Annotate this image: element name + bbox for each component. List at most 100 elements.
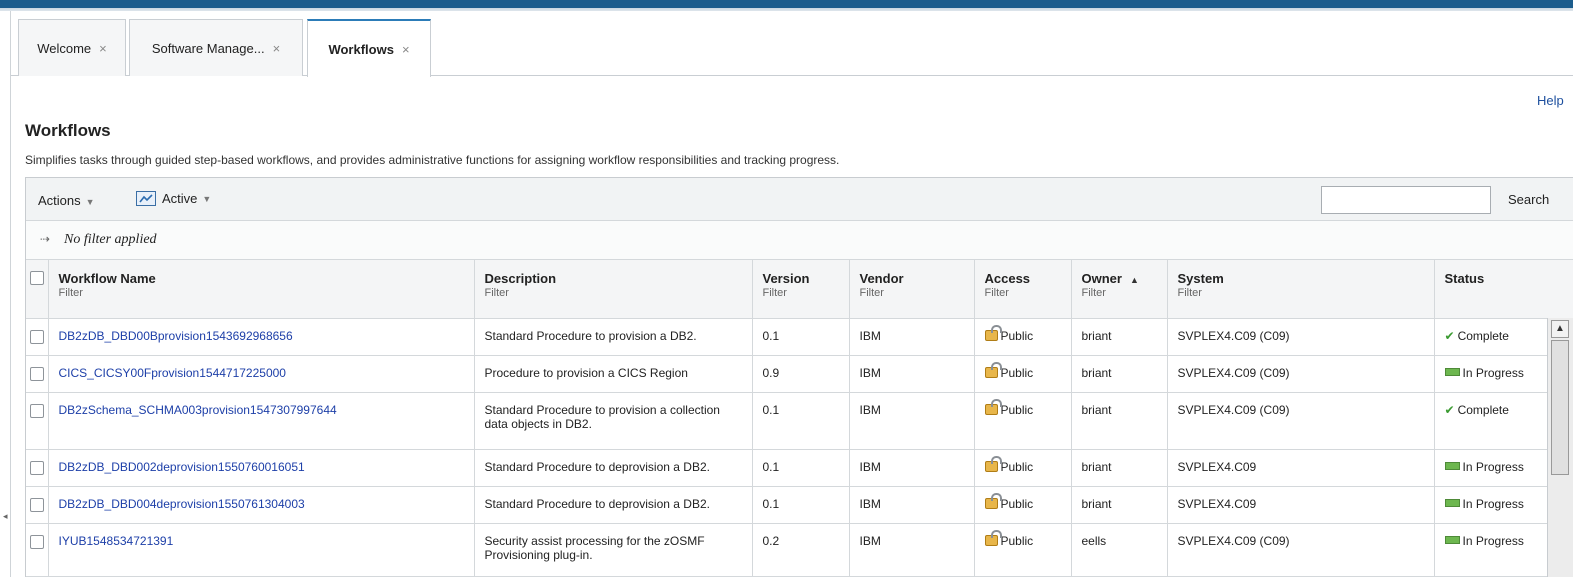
- access-cell: Public: [974, 523, 1072, 577]
- row-select-cell: [26, 318, 49, 356]
- scroll-thumb[interactable]: [1551, 340, 1569, 475]
- actions-menu-button[interactable]: Actions ▼: [38, 193, 95, 208]
- access-value: Public: [1000, 402, 1034, 417]
- progress-icon: [1444, 498, 1460, 507]
- view-label: Active: [162, 191, 198, 206]
- column-header-status[interactable]: Status: [1434, 260, 1573, 319]
- status-badge: Complete: [1457, 328, 1509, 343]
- version-cell: 0.1: [752, 449, 850, 487]
- tab-workflows[interactable]: Workflows ×: [307, 19, 431, 77]
- select-all-checkbox[interactable]: [30, 271, 44, 285]
- workflow-name-link[interactable]: CICS_CICSY00Fprovision1544717225000: [59, 366, 286, 380]
- close-icon[interactable]: ×: [402, 42, 410, 57]
- workflow-name-link[interactable]: DB2zDB_DBD004deprovision1550761304003: [59, 497, 305, 511]
- workflow-name-link[interactable]: DB2zDB_DBD002deprovision1550760016051: [59, 460, 305, 474]
- column-header-workflow-name[interactable]: Workflow Name Filter: [48, 260, 475, 319]
- status-badge: In Progress: [1462, 496, 1524, 511]
- close-icon[interactable]: ×: [273, 41, 281, 56]
- unlock-icon: [984, 455, 1002, 472]
- description-cell: Standard Procedure to provision a collec…: [474, 392, 753, 450]
- table-row[interactable]: DB2zDB_DBD00Bprovision1543692968656 Stand…: [26, 318, 1573, 356]
- grid-toolbar: Actions ▼ Active ▼ Search: [26, 178, 1573, 221]
- workflow-name-link[interactable]: DB2zDB_DBD00Bprovision1543692968656: [59, 329, 293, 343]
- workflow-name-link[interactable]: DB2zSchema_SCHMA003provision154730799764…: [59, 403, 337, 417]
- side-collapse-gutter[interactable]: ◂: [0, 11, 11, 577]
- actions-label: Actions: [38, 193, 81, 208]
- version-cell: 0.1: [752, 392, 850, 450]
- row-checkbox[interactable]: [30, 460, 44, 475]
- workflow-name-cell: CICS_CICSY00Fprovision1544717225000: [48, 355, 475, 393]
- checkmark-icon: ✔: [1444, 328, 1455, 343]
- row-select-cell: [26, 355, 49, 393]
- vendor-cell: IBM: [849, 449, 975, 487]
- vendor-cell: IBM: [849, 318, 975, 356]
- status-badge: In Progress: [1462, 459, 1524, 474]
- column-header-vendor[interactable]: Vendor Filter: [849, 260, 975, 319]
- scroll-up-icon[interactable]: ▲: [1551, 320, 1569, 338]
- table-row[interactable]: CICS_CICSY00Fprovision1544717225000 Proce…: [26, 355, 1573, 393]
- column-filter-link[interactable]: Filter: [860, 287, 966, 299]
- vendor-cell: IBM: [849, 486, 975, 524]
- access-value: Public: [1000, 459, 1034, 474]
- status-badge: In Progress: [1462, 365, 1524, 380]
- table-row[interactable]: IYUB1548534721391 Security assist process…: [26, 523, 1573, 577]
- unlock-icon: [984, 361, 1002, 378]
- column-header-version[interactable]: Version Filter: [752, 260, 850, 319]
- access-cell: Public: [974, 318, 1072, 356]
- tab-label: Software Manage...: [151, 40, 265, 56]
- column-header-owner[interactable]: Owner ▲ Filter: [1071, 260, 1168, 319]
- status-badge: Complete: [1457, 402, 1509, 417]
- column-label: Status: [1444, 271, 1485, 286]
- workflows-grid: Actions ▼ Active ▼ Search ⇢ No filter appl…: [25, 177, 1573, 577]
- column-header-description[interactable]: Description Filter: [474, 260, 753, 319]
- column-filter-link[interactable]: Filter: [485, 287, 744, 299]
- row-checkbox[interactable]: [30, 329, 44, 344]
- collapse-arrow-icon[interactable]: ◂: [3, 511, 8, 522]
- search-input[interactable]: [1321, 186, 1491, 214]
- row-checkbox[interactable]: [30, 497, 44, 512]
- row-checkbox[interactable]: [30, 403, 44, 418]
- owner-cell: briant: [1071, 449, 1168, 487]
- tab-welcome[interactable]: Welcome ×: [18, 19, 126, 76]
- row-select-cell: [26, 449, 49, 487]
- workflows-table: Workflow Name Filter Description Filter Ve…: [26, 260, 1573, 577]
- access-cell: Public: [974, 449, 1072, 487]
- row-checkbox[interactable]: [30, 366, 44, 381]
- close-icon[interactable]: ×: [99, 41, 107, 56]
- column-header-access[interactable]: Access Filter: [974, 260, 1072, 319]
- table-row[interactable]: DB2zDB_DBD002deprovision1550760016051 Sta…: [26, 449, 1573, 487]
- column-filter-link[interactable]: Filter: [985, 287, 1063, 299]
- access-cell: Public: [974, 486, 1072, 524]
- filter-icon[interactable]: ⇢: [40, 232, 50, 246]
- column-label: Description: [484, 271, 557, 286]
- filter-status: No filter applied: [64, 232, 157, 247]
- vendor-cell: IBM: [849, 523, 975, 577]
- table-row[interactable]: DB2zSchema_SCHMA003provision154730799764…: [26, 392, 1573, 450]
- system-cell: SVPLEX4.C09 (C09): [1167, 523, 1435, 577]
- column-filter-link[interactable]: Filter: [1178, 287, 1426, 299]
- tab-bar: Welcome × Software Manage... × Workflows…: [11, 11, 1573, 77]
- column-label: Workflow Name: [58, 271, 156, 286]
- description-cell: Security assist processing for the zOSMF…: [474, 523, 753, 577]
- column-filter-link[interactable]: Filter: [1082, 287, 1159, 299]
- system-cell: SVPLEX4.C09 (C09): [1167, 318, 1435, 356]
- workflow-name-link[interactable]: IYUB1548534721391: [59, 534, 174, 548]
- chevron-down-icon: ▼: [85, 197, 95, 207]
- workflow-name-cell: DB2zSchema_SCHMA003provision154730799764…: [48, 392, 475, 450]
- column-filter-link[interactable]: Filter: [763, 287, 841, 299]
- tab-label: Workflows: [328, 41, 394, 57]
- help-link[interactable]: Help: [1537, 93, 1564, 108]
- system-cell: SVPLEX4.C09 (C09): [1167, 392, 1435, 450]
- row-checkbox[interactable]: [30, 534, 44, 549]
- table-row[interactable]: DB2zDB_DBD004deprovision1550761304003 Sta…: [26, 486, 1573, 524]
- unlock-icon: [984, 324, 1002, 341]
- column-label: Vendor: [859, 271, 904, 286]
- progress-icon: [1444, 535, 1460, 544]
- column-filter-link[interactable]: Filter: [59, 287, 466, 299]
- chevron-down-icon: ▼: [202, 193, 212, 204]
- search-button[interactable]: Search: [1508, 192, 1549, 207]
- tab-software-management[interactable]: Software Manage... ×: [129, 19, 303, 76]
- column-header-system[interactable]: System Filter: [1167, 260, 1435, 319]
- view-menu-button[interactable]: Active ▼: [136, 191, 211, 206]
- vertical-scrollbar[interactable]: ▲: [1547, 318, 1573, 577]
